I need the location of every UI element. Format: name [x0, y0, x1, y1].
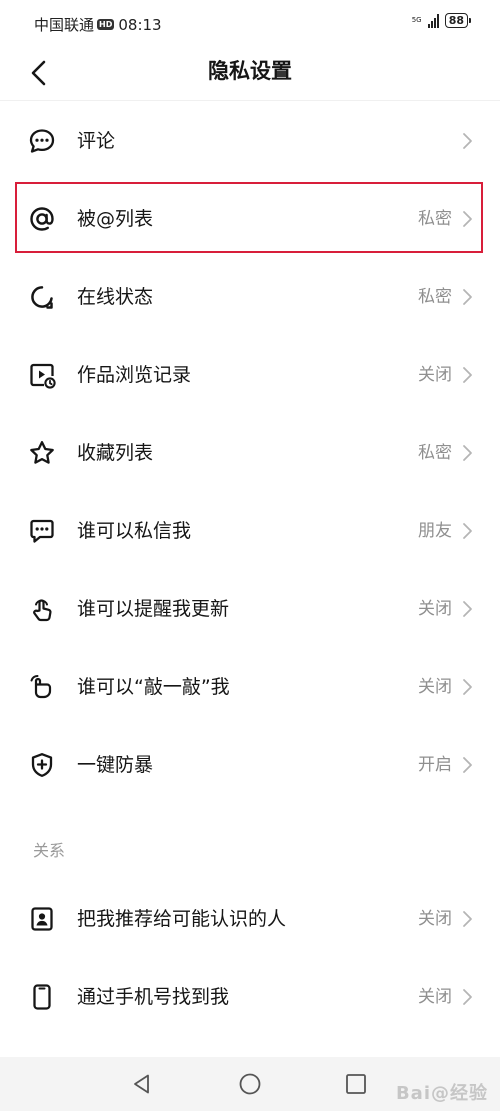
network-type: 5G: [411, 16, 422, 24]
chevron-right-icon: [463, 289, 472, 305]
setting-label: 谁可以提醒我更新: [77, 598, 230, 620]
nav-home-icon[interactable]: [238, 1072, 262, 1096]
tap-finger-icon: [33, 599, 52, 622]
setting-label: 作品浏览记录: [77, 364, 192, 386]
video-history-icon: [30, 363, 56, 389]
chevron-right-icon: [463, 911, 472, 927]
header: 隐私设置: [0, 46, 500, 101]
setting-value: 关闭: [418, 599, 452, 619]
watermark: Bai@经验: [395, 1083, 488, 1104]
setting-label: 谁可以私信我: [77, 520, 192, 542]
signal-icon: [427, 13, 439, 28]
highlight-box: [15, 182, 483, 253]
setting-label: 收藏列表: [77, 442, 154, 464]
setting-value: 关闭: [418, 909, 452, 929]
setting-row-online-status[interactable]: 在线状态 私密: [0, 258, 500, 336]
chevron-right-icon: [463, 679, 472, 695]
setting-label: 谁可以“敲一敲”我: [77, 676, 230, 698]
setting-row-recommend-me[interactable]: 把我推荐给可能认识的人 关闭: [0, 880, 500, 958]
nav-recents-icon[interactable]: [344, 1072, 368, 1096]
section-title-relations: 关系: [33, 841, 66, 860]
setting-value: 朋友: [418, 521, 452, 541]
chevron-right-icon: [463, 445, 472, 461]
clock: 08:13: [118, 15, 162, 34]
chevron-right-icon: [463, 367, 472, 383]
chevron-right-icon: [463, 523, 472, 539]
setting-row-anti-harassment[interactable]: 一键防暴 开启: [0, 726, 500, 804]
contact-card-icon: [31, 907, 53, 931]
setting-row-update-reminder[interactable]: 谁可以提醒我更新 关闭: [0, 570, 500, 648]
setting-label: 把我推荐给可能认识的人: [77, 908, 287, 930]
comment-bubble-icon: [29, 129, 55, 153]
carrier-name: 中国联通: [34, 16, 95, 34]
shield-plus-icon: [31, 753, 53, 777]
setting-row-find-by-phone[interactable]: 通过手机号找到我 关闭: [0, 958, 500, 1036]
page-title: 隐私设置: [208, 59, 292, 83]
setting-row-direct-message[interactable]: 谁可以私信我 朋友: [0, 492, 500, 570]
battery-icon: 88: [444, 13, 472, 28]
message-icon: [30, 519, 54, 543]
setting-row-comments[interactable]: 评论: [0, 102, 500, 180]
knock-hand-icon: [30, 675, 52, 699]
chevron-right-icon: [463, 757, 472, 773]
status-left: 中国联通 HD 08:13: [34, 14, 162, 35]
setting-row-view-history[interactable]: 作品浏览记录 关闭: [0, 336, 500, 414]
nav-back-icon[interactable]: [130, 1072, 154, 1096]
setting-label: 通过手机号找到我: [77, 986, 230, 1008]
setting-row-favorites[interactable]: 收藏列表 私密: [0, 414, 500, 492]
setting-value: 私密: [418, 287, 452, 307]
setting-label: 评论: [77, 130, 116, 152]
setting-row-knock[interactable]: 谁可以“敲一敲”我 关闭: [0, 648, 500, 726]
chevron-right-icon: [463, 989, 472, 1005]
setting-label: 在线状态: [77, 286, 154, 308]
setting-value: 关闭: [418, 677, 452, 697]
setting-value: 关闭: [418, 365, 452, 385]
chevron-right-icon: [463, 601, 472, 617]
star-icon: [30, 441, 54, 464]
setting-value: 开启: [418, 755, 452, 775]
status-bar: 中国联通 HD 08:13 5G 88: [0, 0, 500, 46]
chevron-right-icon: [463, 133, 472, 149]
phone-icon: [33, 984, 51, 1010]
setting-value: 关闭: [418, 987, 452, 1007]
status-right: 5G 88: [411, 13, 472, 28]
setting-label: 一键防暴: [77, 754, 154, 776]
setting-value: 私密: [418, 443, 452, 463]
hd-badge: HD: [97, 19, 115, 30]
system-nav-bar: Bai@经验: [0, 1057, 500, 1111]
online-status-icon: [31, 286, 53, 309]
